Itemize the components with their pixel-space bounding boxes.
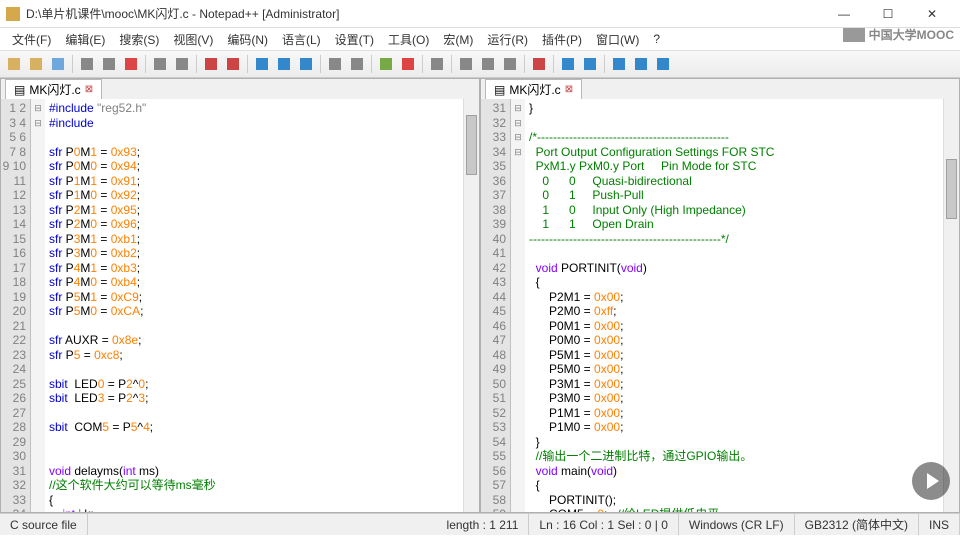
- toolbar-button[interactable]: [398, 54, 418, 74]
- scrollbar[interactable]: [943, 99, 959, 512]
- close-button[interactable]: ✕: [910, 1, 954, 27]
- menu-l[interactable]: 语言(L): [276, 29, 327, 50]
- tab-label: MK闪灯.c: [509, 81, 560, 98]
- toolbar-button[interactable]: [500, 54, 520, 74]
- tab-right[interactable]: ▤ MK闪灯.c ⊠: [485, 79, 582, 99]
- left-pane: ▤ MK闪灯.c ⊠ 1 2 3 4 5 6 7 8 9 10 11 12 13…: [0, 78, 480, 513]
- menu-w[interactable]: 窗口(W): [590, 29, 645, 50]
- line-gutter: 1 2 3 4 5 6 7 8 9 10 11 12 13 14 15 16 1…: [1, 99, 31, 512]
- toolbar-button[interactable]: [201, 54, 221, 74]
- toolbar-button[interactable]: [529, 54, 549, 74]
- file-icon: ▤: [14, 83, 25, 97]
- status-eol: Windows (CR LF): [679, 514, 795, 535]
- menu-t[interactable]: 设置(T): [329, 29, 380, 50]
- toolbar-button[interactable]: [580, 54, 600, 74]
- tab-left[interactable]: ▤ MK闪灯.c ⊠: [5, 79, 102, 99]
- code-area[interactable]: } /*------------------------------------…: [525, 99, 943, 512]
- toolbar-button[interactable]: [456, 54, 476, 74]
- line-gutter: 31 32 33 34 35 36 37 38 39 40 41 42 43 4…: [481, 99, 511, 512]
- editor-left[interactable]: 1 2 3 4 5 6 7 8 9 10 11 12 13 14 15 16 1…: [1, 99, 479, 512]
- toolbar-button[interactable]: [325, 54, 345, 74]
- scrollbar[interactable]: [463, 99, 479, 512]
- menu-o[interactable]: 工具(O): [382, 29, 435, 50]
- close-icon[interactable]: ⊠: [85, 84, 93, 95]
- status-pos: Ln : 16 Col : 1 Sel : 0 | 0: [529, 514, 679, 535]
- split-editor: ▤ MK闪灯.c ⊠ 1 2 3 4 5 6 7 8 9 10 11 12 13…: [0, 78, 960, 513]
- menu-f[interactable]: 文件(F): [6, 29, 57, 50]
- toolbar-button[interactable]: [77, 54, 97, 74]
- file-icon: ▤: [494, 83, 505, 97]
- toolbar-button[interactable]: [653, 54, 673, 74]
- menu-m[interactable]: 宏(M): [437, 29, 479, 50]
- menubar: 文件(F)编辑(E)搜索(S)视图(V)编码(N)语言(L)设置(T)工具(O)…: [0, 28, 960, 50]
- fold-margin[interactable]: ⊟ ⊟ ⊟ ⊟: [511, 99, 525, 512]
- app-icon: [6, 7, 20, 21]
- window-title: D:\单片机课件\mooc\MK闪灯.c - Notepad++ [Admini…: [26, 5, 822, 22]
- status-lang: C source file: [0, 514, 88, 535]
- editor-right[interactable]: 31 32 33 34 35 36 37 38 39 40 41 42 43 4…: [481, 99, 959, 512]
- tab-label: MK闪灯.c: [29, 81, 80, 98]
- toolbar-button[interactable]: [121, 54, 141, 74]
- fold-margin[interactable]: ⊟ ⊟: [31, 99, 45, 512]
- toolbar-button[interactable]: [427, 54, 447, 74]
- toolbar-button[interactable]: [274, 54, 294, 74]
- toolbar-button[interactable]: [150, 54, 170, 74]
- maximize-button[interactable]: ☐: [866, 1, 910, 27]
- minimize-button[interactable]: —: [822, 1, 866, 27]
- code-area[interactable]: #include "reg52.h" #include sfr P0M1 = 0…: [45, 99, 463, 512]
- menu-s[interactable]: 搜索(S): [113, 29, 165, 50]
- menu-r[interactable]: 运行(R): [481, 29, 534, 50]
- toolbar-button[interactable]: [609, 54, 629, 74]
- toolbar-button[interactable]: [26, 54, 46, 74]
- status-length: length : 1 211: [437, 514, 530, 535]
- toolbar-button[interactable]: [99, 54, 119, 74]
- toolbar-button[interactable]: [347, 54, 367, 74]
- menu-[interactable]: ?: [647, 30, 666, 48]
- menu-e[interactable]: 编辑(E): [59, 29, 111, 50]
- toolbar-button[interactable]: [48, 54, 68, 74]
- right-pane: ▤ MK闪灯.c ⊠ 31 32 33 34 35 36 37 38 39 40…: [480, 78, 960, 513]
- titlebar: D:\单片机课件\mooc\MK闪灯.c - Notepad++ [Admini…: [0, 0, 960, 28]
- status-enc: GB2312 (简体中文): [795, 514, 919, 535]
- status-ins: INS: [919, 514, 960, 535]
- toolbar-button[interactable]: [252, 54, 272, 74]
- menu-v[interactable]: 视图(V): [167, 29, 219, 50]
- toolbar-button[interactable]: [223, 54, 243, 74]
- toolbar-button[interactable]: [296, 54, 316, 74]
- toolbar-button[interactable]: [4, 54, 24, 74]
- toolbar-button[interactable]: [558, 54, 578, 74]
- menu-p[interactable]: 插件(P): [536, 29, 588, 50]
- menu-n[interactable]: 编码(N): [221, 29, 274, 50]
- play-button[interactable]: [912, 462, 950, 500]
- toolbar-button[interactable]: [631, 54, 651, 74]
- toolbar: [0, 50, 960, 78]
- toolbar-button[interactable]: [172, 54, 192, 74]
- statusbar: C source file length : 1 211 Ln : 16 Col…: [0, 513, 960, 535]
- toolbar-button[interactable]: [376, 54, 396, 74]
- close-icon[interactable]: ⊠: [565, 84, 573, 95]
- toolbar-button[interactable]: [478, 54, 498, 74]
